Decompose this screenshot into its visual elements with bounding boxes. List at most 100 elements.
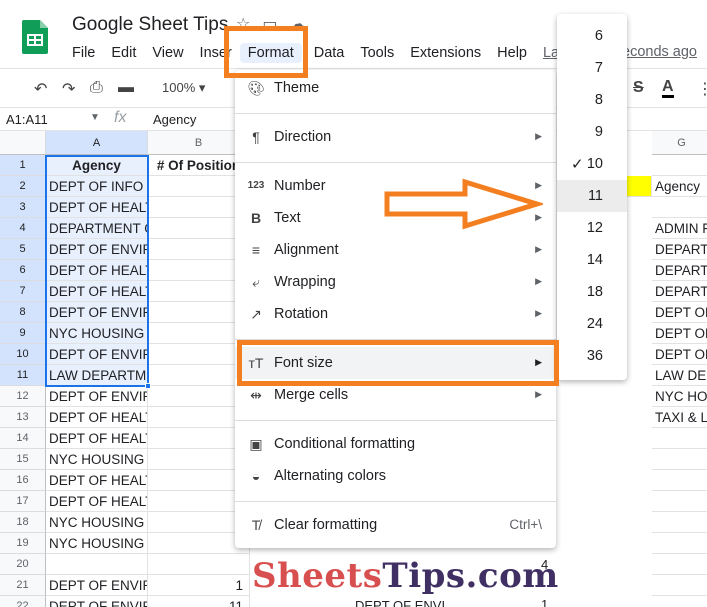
cell-g[interactable] xyxy=(652,197,707,218)
row-header[interactable]: 8 xyxy=(0,302,46,323)
cell-a[interactable]: DEPT OF INFO xyxy=(46,176,148,197)
row-header[interactable]: 18 xyxy=(0,512,46,533)
row-header[interactable]: 19 xyxy=(0,533,46,554)
cloud-icon[interactable]: ☁ xyxy=(289,14,305,34)
cell-a[interactable]: DEPT OF ENVIR xyxy=(46,386,148,407)
format-menu-item-clear-formatting[interactable]: T̸ Clear formatting Ctrl+\ xyxy=(235,509,556,541)
format-menu-item-merge-cells[interactable]: ⇹ Merge cells ▶ xyxy=(235,379,556,411)
font-size-option[interactable]: 7 xyxy=(557,52,627,84)
cell-g[interactable]: DEPT OF xyxy=(652,302,707,323)
formula-input[interactable]: Agency xyxy=(153,112,196,127)
cell-g[interactable] xyxy=(652,512,707,533)
cell-b[interactable] xyxy=(148,554,250,575)
last-edit-tail[interactable]: econds ago xyxy=(622,44,697,60)
cell-g[interactable] xyxy=(652,491,707,512)
font-size-option[interactable]: ✓ 10 xyxy=(557,148,627,180)
paint-format-icon[interactable]: ▬ xyxy=(118,79,134,97)
row-header[interactable]: 10 xyxy=(0,344,46,365)
font-size-option[interactable]: 9 xyxy=(557,116,627,148)
cell-g[interactable] xyxy=(652,449,707,470)
cell-g[interactable] xyxy=(652,575,707,596)
cell-g[interactable]: Agency xyxy=(652,176,707,197)
row-header[interactable]: 15 xyxy=(0,449,46,470)
cell-g[interactable]: TAXI & L xyxy=(652,407,707,428)
row-header[interactable]: 7 xyxy=(0,281,46,302)
cell-a[interactable]: NYC HOUSING xyxy=(46,533,148,554)
column-header-g[interactable]: G xyxy=(652,131,707,155)
row-header[interactable]: 4 xyxy=(0,218,46,239)
row-header[interactable]: 14 xyxy=(0,428,46,449)
highlighted-cell[interactable] xyxy=(627,176,652,197)
menu-edit[interactable]: Edit xyxy=(103,43,144,63)
cell-a[interactable]: DEPT OF HEALT xyxy=(46,428,148,449)
cell-a[interactable]: NYC HOUSING xyxy=(46,512,148,533)
cell-peek[interactable]: 1 xyxy=(538,597,548,607)
row-header[interactable]: 13 xyxy=(0,407,46,428)
row-header[interactable]: 16 xyxy=(0,470,46,491)
font-size-option[interactable]: 36 xyxy=(557,340,627,372)
menu-tools[interactable]: Tools xyxy=(352,43,402,63)
cell-g[interactable]: DEPART xyxy=(652,260,707,281)
font-size-option[interactable]: 24 xyxy=(557,308,627,340)
row-header[interactable]: 9 xyxy=(0,323,46,344)
cell-g[interactable] xyxy=(652,470,707,491)
format-menu-item-alignment[interactable]: ≡ Alignment ▶ xyxy=(235,234,556,266)
cell-g[interactable]: DEPART xyxy=(652,239,707,260)
cell-a[interactable]: NYC HOUSING xyxy=(46,449,148,470)
cell-g[interactable] xyxy=(652,428,707,449)
menu-view[interactable]: View xyxy=(144,43,191,63)
undo-icon[interactable]: ↶ xyxy=(34,79,47,99)
row-header[interactable]: 22 xyxy=(0,596,46,607)
font-size-option[interactable]: 14 xyxy=(557,244,627,276)
cell-a[interactable]: DEPT OF ENVIR xyxy=(46,344,148,365)
cell-g[interactable]: NYC HO xyxy=(652,386,707,407)
cell-a[interactable]: DEPT OF HEALT xyxy=(46,491,148,512)
column-header-a[interactable]: A xyxy=(46,131,148,155)
cell-a[interactable] xyxy=(46,554,148,575)
cell-g[interactable]: DEPT OF xyxy=(652,344,707,365)
row-header[interactable]: 20 xyxy=(0,554,46,575)
format-menu-item-theme[interactable]: 🎨︎ Theme xyxy=(235,72,556,104)
star-icon[interactable]: ☆ xyxy=(236,14,250,34)
cell-g[interactable]: DEPT OF xyxy=(652,323,707,344)
cell-a[interactable]: DEPT OF HEALT xyxy=(46,260,148,281)
row-header[interactable]: 17 xyxy=(0,491,46,512)
menu-extensions[interactable]: Extensions xyxy=(402,43,489,63)
row-header[interactable]: 11 xyxy=(0,365,46,386)
font-size-option[interactable]: 12 xyxy=(557,212,627,244)
cell-g[interactable]: DEPART xyxy=(652,281,707,302)
sheets-logo-icon[interactable] xyxy=(22,20,48,54)
font-size-option[interactable]: 11 xyxy=(557,180,627,212)
text-color-icon[interactable]: A xyxy=(662,79,674,98)
font-size-option[interactable]: 8 xyxy=(557,84,627,116)
cell-a[interactable]: DEPT OF ENVIR xyxy=(46,596,148,607)
cell-g[interactable]: ADMIN F xyxy=(652,218,707,239)
cell-a[interactable]: DEPT OF HEALT xyxy=(46,197,148,218)
row-header[interactable]: 21 xyxy=(0,575,46,596)
row-header[interactable]: 6 xyxy=(0,260,46,281)
cell-g[interactable] xyxy=(652,554,707,575)
redo-icon[interactable]: ↷ xyxy=(62,79,75,99)
select-all-corner[interactable] xyxy=(0,131,46,155)
format-menu-item-direction[interactable]: ¶ Direction ▶ xyxy=(235,121,556,153)
row-header[interactable]: 5 xyxy=(0,239,46,260)
format-menu-item-conditional-formatting[interactable]: ▣ Conditional formatting xyxy=(235,428,556,460)
row-header[interactable]: 2 xyxy=(0,176,46,197)
row-header[interactable]: 12 xyxy=(0,386,46,407)
document-title[interactable]: Google Sheet Tips xyxy=(72,14,228,36)
cell-b[interactable]: 11 xyxy=(148,596,250,607)
cell-g[interactable] xyxy=(652,533,707,554)
row-header[interactable]: 1 xyxy=(0,155,46,176)
name-box-caret-icon[interactable]: ▼ xyxy=(90,112,100,123)
format-menu-item-rotation[interactable]: ↗ Rotation ▶ xyxy=(235,298,556,330)
cell-a[interactable]: DEPT OF HEALT xyxy=(46,407,148,428)
format-menu-item-alternating-colors[interactable]: ◒ Alternating colors xyxy=(235,460,556,492)
cell-peek[interactable]: DEPT OF ENVI xyxy=(352,598,445,607)
font-size-option[interactable]: 6 xyxy=(557,20,627,52)
menu-help[interactable]: Help xyxy=(489,43,535,63)
name-box[interactable]: A1:A11 xyxy=(6,112,48,127)
cell-a[interactable]: NYC HOUSING xyxy=(46,323,148,344)
cell-a[interactable]: DEPARTMENT O xyxy=(46,218,148,239)
more-icon[interactable]: ⋮ xyxy=(697,79,707,99)
folder-icon[interactable]: ▭ xyxy=(262,14,277,34)
